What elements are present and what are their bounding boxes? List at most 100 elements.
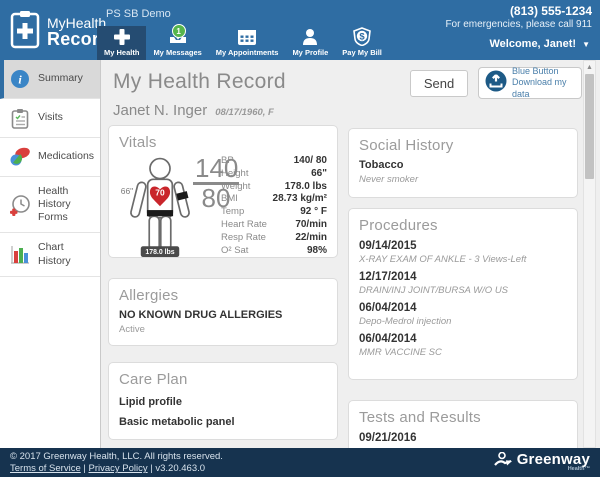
plus-icon	[113, 28, 131, 46]
sidebar-item-visits[interactable]: Visits	[0, 99, 100, 138]
vitals-body: 66" 70 178.0 lbs 140 80 BP 140/ 80 Heigh…	[119, 155, 327, 257]
procedure-entry: 09/14/2015 X-RAY EXAM OF ANKLE - 3 Views…	[359, 240, 567, 265]
vitals-values-list: BP 140/ 80 Height 66" Weight 178.0 lbs BMI 2…	[221, 155, 327, 257]
sidebar-item-summary[interactable]: i Summary	[0, 60, 100, 99]
procedure-date: 09/14/2015	[359, 240, 417, 252]
vital-value: 66"	[311, 167, 327, 179]
scroll-up-arrow[interactable]: ▲	[584, 61, 595, 73]
person-icon	[302, 28, 318, 46]
procedure-entry: 06/04/2014 MMR VACCINE SC	[359, 333, 567, 358]
left-sidebar: i Summary Visits Medications Health Hist…	[0, 60, 101, 448]
emergency-phone-block: (813) 555-1234 For emergencies, please c…	[445, 4, 592, 30]
vital-label: Weight	[221, 180, 251, 192]
vital-row: Resp Rate 22/min	[221, 232, 327, 245]
pills-icon	[8, 147, 32, 167]
tab-pay-my-bill[interactable]: $ Pay My Bill	[335, 26, 389, 60]
procedure-entry: 06/04/2014 Depo-Medrol injection	[359, 302, 567, 327]
sidebar-item-medications[interactable]: Medications	[0, 138, 100, 177]
social-history-detail: Never smoker	[359, 174, 419, 185]
footer-links: Terms of Service | Privacy Policy | v3.2…	[10, 463, 223, 475]
vertical-scrollbar[interactable]: ▲	[583, 60, 596, 448]
app-version: v3.20.463.0	[155, 463, 206, 475]
figure-height-label: 66"	[121, 186, 133, 196]
blue-button-line2: Download my data	[512, 77, 567, 99]
test-entry: 09/21/2016	[359, 432, 567, 444]
vital-label: BP	[221, 155, 234, 166]
vital-label: Temp	[221, 206, 245, 218]
footer-bar: © 2017 Greenway Health, LLC. All rights …	[0, 448, 600, 477]
care-plan-item: Basic metabolic panel	[119, 416, 235, 428]
user-menu[interactable]: Welcome, Janet! ▼	[489, 38, 590, 50]
procedures-card: Procedures 09/14/2015 X-RAY EXAM OF ANKL…	[348, 208, 578, 380]
test-date: 09/21/2016	[359, 432, 417, 444]
figure-weight-label: 178.0 lbs	[145, 249, 174, 256]
vital-label: Resp Rate	[221, 231, 266, 243]
body-figure-icon: 66" 70 178.0 lbs	[119, 157, 201, 262]
bar-chart-icon	[8, 245, 32, 265]
privacy-policy-link[interactable]: Privacy Policy	[89, 463, 148, 474]
sidebar-item-label: Chart History	[38, 241, 71, 267]
vital-row: Weight 178.0 lbs	[221, 181, 327, 194]
copyright-text: © 2017 Greenway Health, LLC. All rights …	[10, 451, 223, 462]
tab-my-appointments[interactable]: My Appointments	[209, 26, 286, 60]
history-clock-icon	[8, 194, 32, 216]
myhealth-record-app: MyHealth Record PS SB Demo (813) 555-123…	[0, 0, 600, 477]
procedure-date: 06/04/2014	[359, 302, 417, 314]
social-history-topic: Tobacco	[359, 159, 404, 171]
welcome-text: Welcome, Janet!	[489, 38, 577, 50]
blue-button-download[interactable]: Blue Button Download my data	[478, 66, 582, 100]
social-history-card: Social History Tobacco Never smoker	[348, 128, 578, 198]
care-plan-card-title: Care Plan	[119, 371, 188, 388]
patient-header: Janet N. Inger 08/17/1960, F	[113, 102, 274, 119]
messages-badge: 1	[171, 24, 186, 38]
procedures-card-title: Procedures	[359, 217, 438, 234]
sidebar-item-label: Medications	[38, 150, 95, 163]
dollar-shield-icon: $	[353, 27, 371, 46]
allergy-title: NO KNOWN DRUG ALLERGIES	[119, 309, 283, 321]
vital-value: 98%	[306, 244, 327, 256]
vital-value: 140/ 80	[293, 155, 327, 166]
sidebar-item-health-history-forms[interactable]: Health History Forms	[0, 177, 100, 234]
vital-label: BMI	[221, 193, 238, 205]
tab-my-messages[interactable]: 1 My Messages	[146, 24, 208, 60]
vital-label: Heart Rate	[221, 218, 267, 230]
app-logo[interactable]: MyHealth Record	[10, 9, 110, 54]
send-button[interactable]: Send	[410, 70, 468, 97]
procedure-desc: DRAIN/INJ JOINT/BURSA W/O US	[359, 285, 509, 296]
tests-results-card-title: Tests and Results	[359, 409, 481, 426]
vital-row: Height 66"	[221, 168, 327, 181]
allergies-card-title: Allergies	[119, 287, 179, 304]
patient-name: Janet N. Inger	[113, 102, 208, 119]
clipboard-icon	[8, 108, 32, 129]
vital-row: BMI 28.73 kg/m²	[221, 193, 327, 206]
sidebar-item-chart-history[interactable]: Chart History	[0, 233, 100, 277]
procedure-desc: X-RAY EXAM OF ANKLE - 3 Views-Left	[359, 254, 527, 265]
chevron-down-icon: ▼	[582, 39, 590, 49]
svg-text:$: $	[359, 31, 365, 42]
tab-my-health[interactable]: My Health	[97, 26, 147, 60]
care-plan-card: Care Plan Lipid profile Basic metabolic …	[108, 362, 338, 440]
procedure-desc: Depo-Medrol injection	[359, 316, 452, 327]
vital-value: 92 ° F	[300, 206, 327, 218]
environment-label: PS SB Demo	[106, 8, 171, 20]
vital-label: Height	[221, 167, 249, 179]
vital-row: Heart Rate 70/min	[221, 219, 327, 232]
vital-value: 178.0 lbs	[284, 180, 327, 192]
scrollbar-thumb[interactable]	[585, 74, 594, 179]
page-title: My Health Record	[113, 70, 286, 93]
social-history-entry: Tobacco Never smoker	[359, 159, 567, 185]
blue-button-text: Blue Button Download my data	[512, 66, 575, 100]
vital-value: 22/min	[295, 231, 327, 243]
footer-text: © 2017 Greenway Health, LLC. All rights …	[10, 451, 223, 476]
top-header-bar: MyHealth Record PS SB Demo (813) 555-123…	[0, 0, 600, 60]
tab-my-profile[interactable]: My Profile	[285, 26, 335, 60]
vital-label: O² Sat	[221, 244, 249, 256]
info-icon: i	[8, 69, 32, 89]
allergy-entry: NO KNOWN DRUG ALLERGIES Active	[119, 309, 327, 335]
terms-of-service-link[interactable]: Terms of Service	[10, 463, 81, 474]
procedure-date: 06/04/2014	[359, 333, 417, 345]
vitals-card: Vitals 66" 70 178.0 lbs 140 80 BP 140/ 8…	[108, 125, 338, 258]
allergies-card: Allergies NO KNOWN DRUG ALLERGIES Active	[108, 278, 338, 346]
sidebar-item-label: Visits	[38, 111, 63, 124]
social-history-card-title: Social History	[359, 137, 454, 154]
